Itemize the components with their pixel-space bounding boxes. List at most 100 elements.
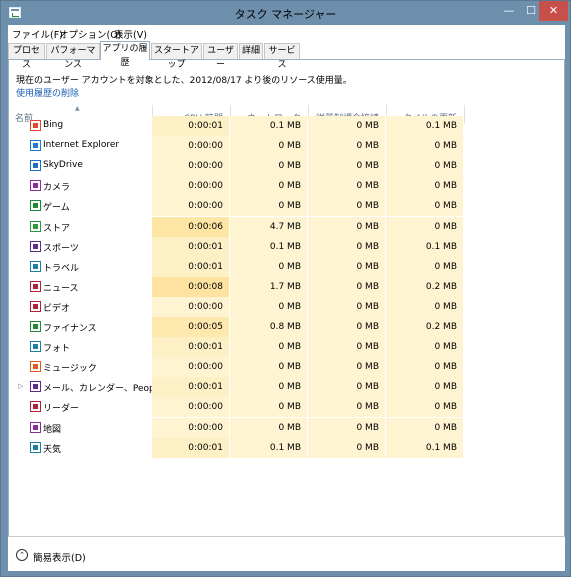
maps-icon: [30, 421, 41, 433]
tile-updates-cell: 0.2 MB: [386, 276, 463, 297]
app-name: スポーツ: [43, 243, 79, 254]
tab-services[interactable]: サービス: [264, 43, 300, 70]
table-row[interactable]: スポーツ 0:00:01 0.1 MB 0 MB 0.1 MB: [9, 236, 564, 257]
network-cell: 0 MB: [230, 357, 307, 378]
ie-icon: [30, 140, 41, 152]
tab-startup[interactable]: スタートアップ: [151, 43, 202, 70]
network-cell: 0 MB: [230, 156, 307, 177]
tile-updates-cell: 0 MB: [386, 216, 463, 237]
tile-updates-cell: 0 MB: [386, 156, 463, 177]
network-cell: 0 MB: [230, 196, 307, 217]
table-row[interactable]: ビデオ 0:00:00 0 MB 0 MB 0 MB: [9, 296, 564, 317]
network-cell: 0 MB: [230, 397, 307, 418]
table-row[interactable]: ミュージック 0:00:00 0 MB 0 MB 0 MB: [9, 357, 564, 378]
fewer-details-icon[interactable]: ⌃: [16, 549, 28, 561]
cpu-time-cell: 0:00:00: [152, 357, 229, 378]
cpu-time-cell: 0:00:01: [152, 437, 229, 458]
table-row[interactable]: フォト 0:00:01 0 MB 0 MB 0 MB: [9, 337, 564, 358]
app-name: ミュージック: [43, 364, 97, 375]
bing-icon: [30, 120, 41, 131]
cpu-time-cell: 0:00:00: [152, 296, 229, 317]
tab-performance[interactable]: パフォーマンス: [46, 43, 100, 70]
network-cell: 0 MB: [230, 337, 307, 358]
cpu-time-cell: 0:00:01: [152, 116, 229, 136]
tile-updates-cell: 0 MB: [386, 136, 463, 157]
tab-details[interactable]: 詳細: [239, 43, 263, 59]
table-row[interactable]: ファイナンス 0:00:05 0.8 MB 0 MB 0.2 MB: [9, 317, 564, 337]
menu-bar: ファイル(F) オプション(O) 表示(V): [8, 25, 565, 41]
app-name: Internet Explorer: [43, 140, 120, 151]
close-button[interactable]: ✕: [539, 1, 568, 21]
app-name: カメラ: [43, 183, 71, 194]
table-row[interactable]: ニュース 0:00:08 1.7 MB 0 MB 0.2 MB: [9, 276, 564, 297]
reader-icon: [30, 401, 41, 413]
table-row[interactable]: リーダー 0:00:00 0 MB 0 MB 0 MB: [9, 397, 564, 418]
table-row[interactable]: カメラ 0:00:00 0 MB 0 MB 0 MB: [9, 176, 564, 197]
app-name: リーダー: [43, 404, 80, 415]
tab-app-history[interactable]: アプリの履歴: [100, 41, 150, 68]
cpu-time-cell: 0:00:00: [152, 397, 229, 418]
tile-updates-cell: 0 MB: [386, 377, 463, 398]
task-manager-window: タスク マネージャー — ☐ ✕ ファイル(F) オプション(O) 表示(V) …: [0, 0, 571, 577]
tile-updates-cell: 0 MB: [386, 397, 463, 418]
title-bar[interactable]: タスク マネージャー — ☐ ✕: [1, 1, 570, 25]
network-cell: 0.1 MB: [230, 437, 307, 458]
metered-network-cell: 0 MB: [308, 317, 385, 337]
metered-network-cell: 0 MB: [308, 256, 385, 277]
app-name: ビデオ: [43, 303, 71, 314]
cpu-time-cell: 0:00:05: [152, 317, 229, 337]
music-icon: [30, 361, 41, 373]
table-row[interactable]: ゲーム 0:00:00 0 MB 0 MB 0 MB: [9, 196, 564, 217]
table-row[interactable]: 天気 0:00:01 0.1 MB 0 MB 0.1 MB: [9, 437, 564, 458]
expand-icon[interactable]: ▷: [18, 382, 23, 390]
cpu-time-cell: 0:00:00: [152, 136, 229, 157]
table-row[interactable]: Internet Explorer 0:00:00 0 MB 0 MB 0 MB: [9, 136, 564, 157]
network-cell: 0 MB: [230, 176, 307, 197]
metered-network-cell: 0 MB: [308, 196, 385, 217]
app-name: ニュース: [43, 283, 79, 294]
network-cell: 1.7 MB: [230, 276, 307, 297]
menu-view[interactable]: 表示(V): [114, 27, 147, 41]
minimize-button[interactable]: —: [497, 1, 521, 21]
tab-users[interactable]: ユーザー: [203, 43, 238, 70]
delete-usage-history-link[interactable]: 使用履歴の削除: [16, 86, 79, 99]
tab-processes[interactable]: プロセス: [8, 43, 45, 70]
metered-network-cell: 0 MB: [308, 296, 385, 317]
cpu-time-cell: 0:00:06: [152, 216, 229, 237]
table-row[interactable]: トラベル 0:00:01 0 MB 0 MB 0 MB: [9, 256, 564, 277]
cpu-time-cell: 0:00:08: [152, 276, 229, 297]
metered-network-cell: 0 MB: [308, 216, 385, 237]
app-name: ゲーム: [43, 203, 70, 214]
tab-strip: プロセス パフォーマンス アプリの履歴 スタートアップ ユーザー 詳細 サービス: [8, 41, 565, 70]
skydrive-icon: [30, 160, 41, 172]
cpu-time-cell: 0:00:00: [152, 196, 229, 217]
mail-icon: [30, 381, 41, 393]
sort-ascending-icon: ▲: [75, 105, 80, 112]
metered-network-cell: 0 MB: [308, 276, 385, 297]
metered-network-cell: 0 MB: [308, 337, 385, 358]
menu-options[interactable]: オプション(O): [59, 27, 121, 41]
network-cell: 0.8 MB: [230, 317, 307, 337]
table-row[interactable]: ストア 0:00:06 4.7 MB 0 MB 0 MB: [9, 216, 564, 237]
network-cell: 0 MB: [230, 296, 307, 317]
app-name: 天気: [43, 444, 62, 455]
photos-icon: [30, 341, 41, 353]
menu-file[interactable]: ファイル(F): [12, 27, 63, 41]
network-cell: 0.1 MB: [230, 236, 307, 257]
tile-updates-cell: 0.1 MB: [386, 236, 463, 257]
table-row[interactable]: ▷ メール、カレンダー、People... 0:00:01 0 MB 0 MB 0 MB: [9, 377, 564, 398]
network-cell: 0.1 MB: [230, 116, 307, 136]
store-icon: [30, 220, 41, 232]
metered-network-cell: 0 MB: [308, 437, 385, 458]
table-row[interactable]: SkyDrive 0:00:00 0 MB 0 MB 0 MB: [9, 156, 564, 177]
table-row[interactable]: 地図 0:00:00 0 MB 0 MB 0 MB: [9, 417, 564, 438]
tile-updates-cell: 0 MB: [386, 296, 463, 317]
tile-updates-cell: 0.1 MB: [386, 116, 463, 136]
metered-network-cell: 0 MB: [308, 236, 385, 257]
video-icon: [30, 300, 41, 312]
network-cell: 0 MB: [230, 136, 307, 157]
table-row[interactable]: Bing 0:00:01 0.1 MB 0 MB 0.1 MB: [9, 116, 564, 136]
metered-network-cell: 0 MB: [308, 156, 385, 177]
fewer-details-button[interactable]: 簡易表示(D): [33, 550, 86, 564]
metered-network-cell: 0 MB: [308, 176, 385, 197]
